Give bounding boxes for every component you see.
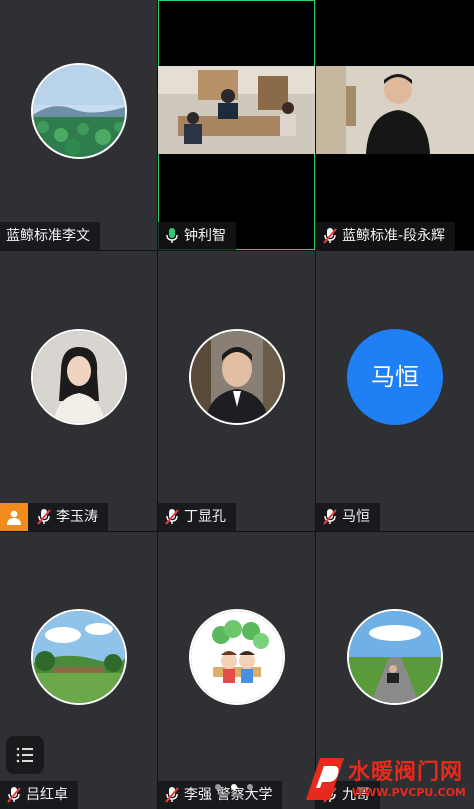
microphone-muted-icon[interactable] xyxy=(36,508,52,526)
watermark: 水暖阀门网 WWW.PVCPU.COM xyxy=(300,752,474,809)
participant-name: 马恒 xyxy=(342,509,370,525)
microphone-muted-icon[interactable] xyxy=(164,508,180,526)
participant-name-label: 吕红卓 xyxy=(0,781,78,809)
participant-tile[interactable]: 李强 警察大学 xyxy=(158,532,315,809)
microphone-muted-icon[interactable] xyxy=(322,508,338,526)
participant-name: 蓝鲸标准-段永辉 xyxy=(342,228,446,244)
participant-name-label: 李玉涛 xyxy=(0,503,108,531)
participant-tile[interactable]: 丁显孔 xyxy=(158,251,315,531)
participant-name-label: 钟利智 xyxy=(158,222,236,250)
participant-list-icon[interactable] xyxy=(6,736,44,774)
microphone-muted-icon[interactable] xyxy=(6,786,22,804)
participant-name: 钟利智 xyxy=(184,228,226,244)
participant-avatar xyxy=(188,608,285,705)
host-person-icon xyxy=(0,503,28,531)
participant-name: 蓝鲸标准李文 xyxy=(6,228,90,244)
participant-video xyxy=(316,66,474,154)
participant-name-label: 丁显孔 xyxy=(158,503,236,531)
participant-tile[interactable]: 蓝鲸标准李文 xyxy=(0,0,157,250)
participant-avatar-initials: 马恒 xyxy=(347,329,443,425)
video-grid: 蓝鲸标准李文 钟利智 蓝鲸标准-段永辉 李玉涛 丁显孔 马恒 马恒 吕红卓 李强… xyxy=(0,0,474,809)
participant-tile-active-speaker[interactable]: 钟利智 xyxy=(158,0,315,250)
participant-video xyxy=(158,66,315,154)
participant-name-label: 蓝鲸标准-段永辉 xyxy=(316,222,456,250)
participant-name: 丁显孔 xyxy=(184,509,226,525)
watermark-url: WWW.PVCPU.COM xyxy=(352,786,466,799)
page-indicator[interactable] xyxy=(215,784,253,790)
participant-tile[interactable]: 李玉涛 xyxy=(0,251,157,531)
participant-avatar xyxy=(30,329,127,425)
participant-avatar xyxy=(30,608,127,705)
microphone-muted-icon[interactable] xyxy=(322,227,338,245)
participant-avatar xyxy=(30,63,127,159)
participant-tile[interactable]: 蓝鲸标准-段永辉 xyxy=(316,0,474,250)
watermark-logo-icon xyxy=(306,758,344,800)
page-dot-current[interactable] xyxy=(231,784,237,790)
page-dot[interactable] xyxy=(247,784,253,790)
participant-name: 吕红卓 xyxy=(26,787,68,803)
watermark-text: 水暖阀门网 xyxy=(348,760,464,785)
microphone-muted-icon[interactable] xyxy=(164,786,180,804)
participant-avatar xyxy=(188,329,285,425)
participant-name-label: 马恒 xyxy=(316,503,380,531)
microphone-icon[interactable] xyxy=(164,227,180,245)
participant-avatar xyxy=(347,608,443,705)
participant-name: 李玉涛 xyxy=(56,509,98,525)
participant-tile[interactable]: 马恒 马恒 xyxy=(316,251,474,531)
page-dot[interactable] xyxy=(215,784,221,790)
participant-name-label: 蓝鲸标准李文 xyxy=(0,222,100,250)
